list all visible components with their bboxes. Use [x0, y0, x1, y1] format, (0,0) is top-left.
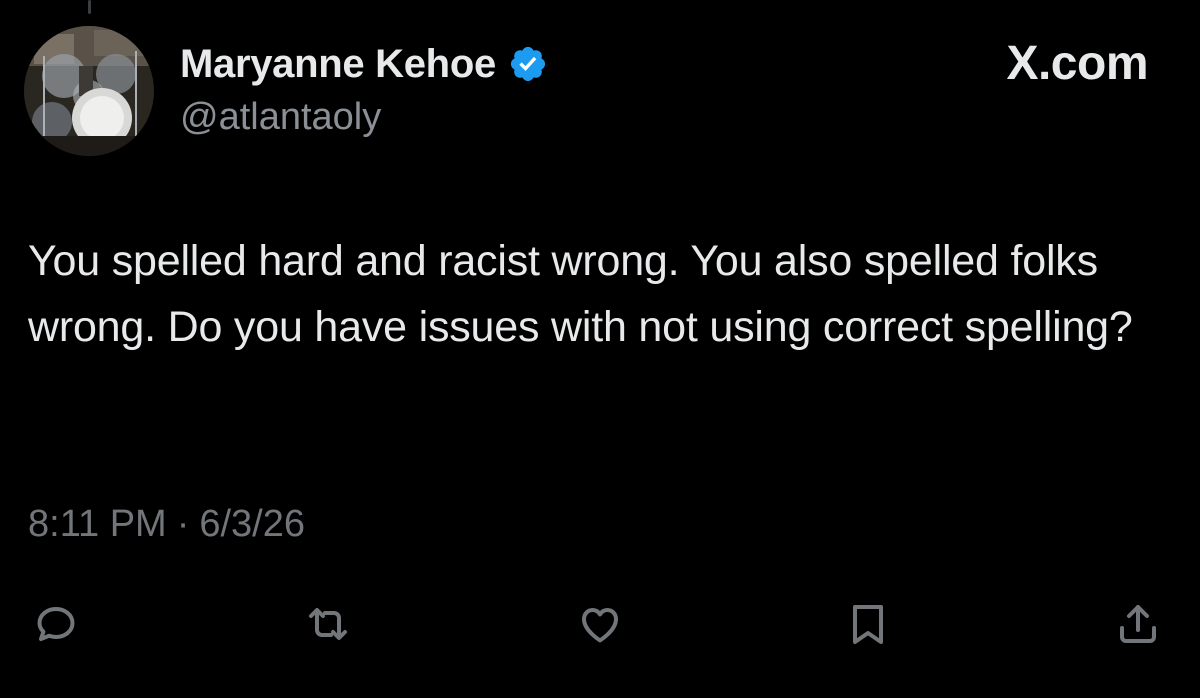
bookmark-icon: [853, 605, 883, 644]
thread-connector-line: [88, 0, 91, 14]
repost-icon: [309, 608, 347, 640]
timestamp-separator: ·: [176, 503, 190, 545]
brand-watermark: X.com: [1006, 37, 1148, 90]
share-icon: [1120, 605, 1156, 643]
post-time: 8:11 PM: [28, 503, 167, 545]
post-text: You spelled hard and racist wrong. You a…: [28, 237, 1133, 351]
reply-button[interactable]: [28, 596, 84, 652]
action-bar: [0, 596, 1200, 652]
share-button[interactable]: [1110, 596, 1166, 652]
post-timestamp[interactable]: 8:11 PM · 6/3/26: [28, 503, 305, 546]
like-button[interactable]: [572, 596, 628, 652]
post-date: 6/3/26: [199, 503, 306, 545]
verified-badge-icon: [508, 44, 548, 84]
avatar-photo: [24, 26, 154, 156]
author-handle[interactable]: @atlantaoly: [180, 96, 381, 139]
like-icon: [582, 608, 618, 643]
repost-button[interactable]: [300, 596, 356, 652]
author-name-row[interactable]: Maryanne Kehoe: [180, 38, 548, 90]
avatar[interactable]: [24, 26, 154, 156]
bookmark-button[interactable]: [840, 596, 896, 652]
reply-icon: [37, 607, 75, 641]
author-display-name[interactable]: Maryanne Kehoe: [180, 42, 496, 87]
